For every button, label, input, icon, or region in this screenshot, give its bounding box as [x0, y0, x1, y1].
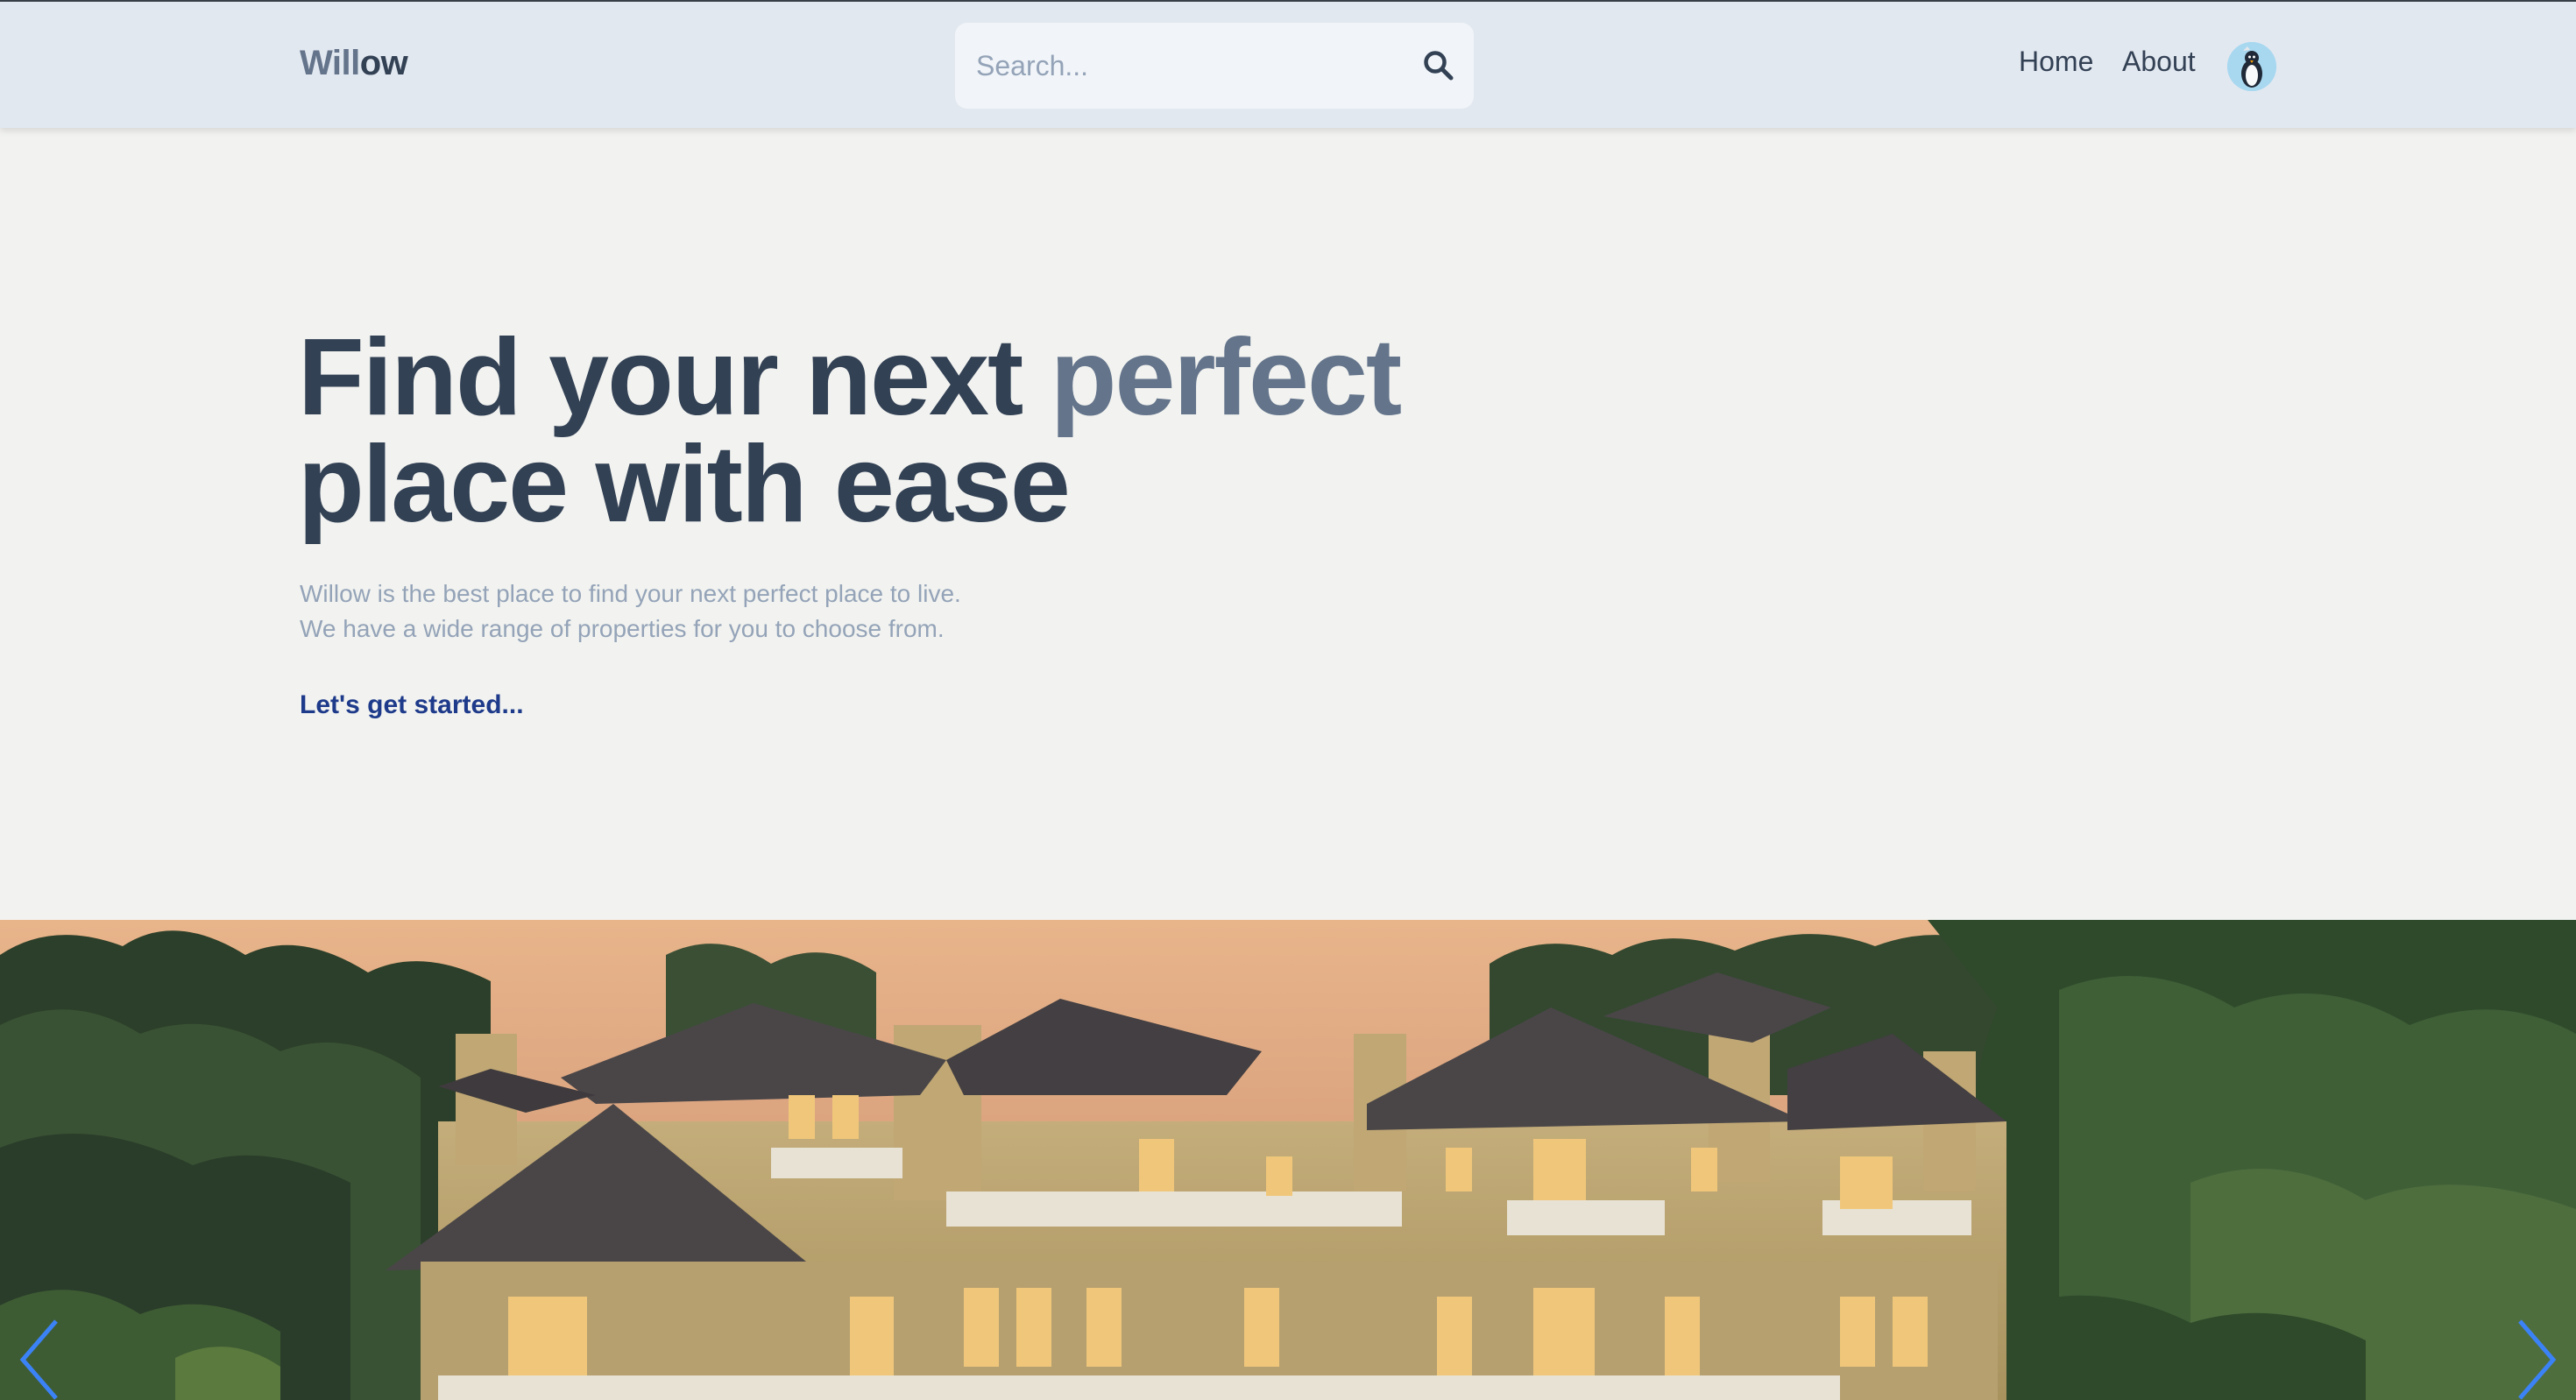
hero-description: Willow is the best place to find your ne…	[300, 576, 1351, 647]
logo-part-1: Will	[300, 44, 360, 82]
nav-about-link[interactable]: About	[2122, 46, 2196, 78]
penguin-avatar-icon	[2227, 42, 2276, 91]
image-slider	[0, 920, 2576, 1400]
logo[interactable]: Willow	[300, 44, 408, 83]
user-avatar[interactable]	[2227, 42, 2276, 91]
search-input[interactable]	[955, 23, 1474, 109]
hero-desc-line-1: Willow is the best place to find your ne…	[300, 580, 961, 607]
nav-home-link[interactable]: Home	[2019, 46, 2093, 78]
site-header: Willow Home About	[0, 0, 2576, 128]
get-started-link[interactable]: Let's get started...	[300, 690, 524, 720]
hero-desc-line-2: We have a wide range of properties for y…	[300, 615, 945, 642]
hero-title-part-1: Find your next	[298, 317, 1051, 438]
search-icon[interactable]	[1421, 48, 1456, 83]
logo-part-2: ow	[359, 44, 408, 82]
hero-title: Find your next perfect place with ease	[298, 323, 1525, 539]
mansion-photo	[0, 920, 2576, 1400]
hero-title-part-2: place with ease	[298, 424, 1071, 545]
search-box	[955, 23, 1474, 109]
chevron-left-icon[interactable]	[12, 1314, 65, 1400]
chevron-right-icon[interactable]	[2511, 1314, 2564, 1400]
hero-title-accent: perfect	[1050, 317, 1402, 438]
